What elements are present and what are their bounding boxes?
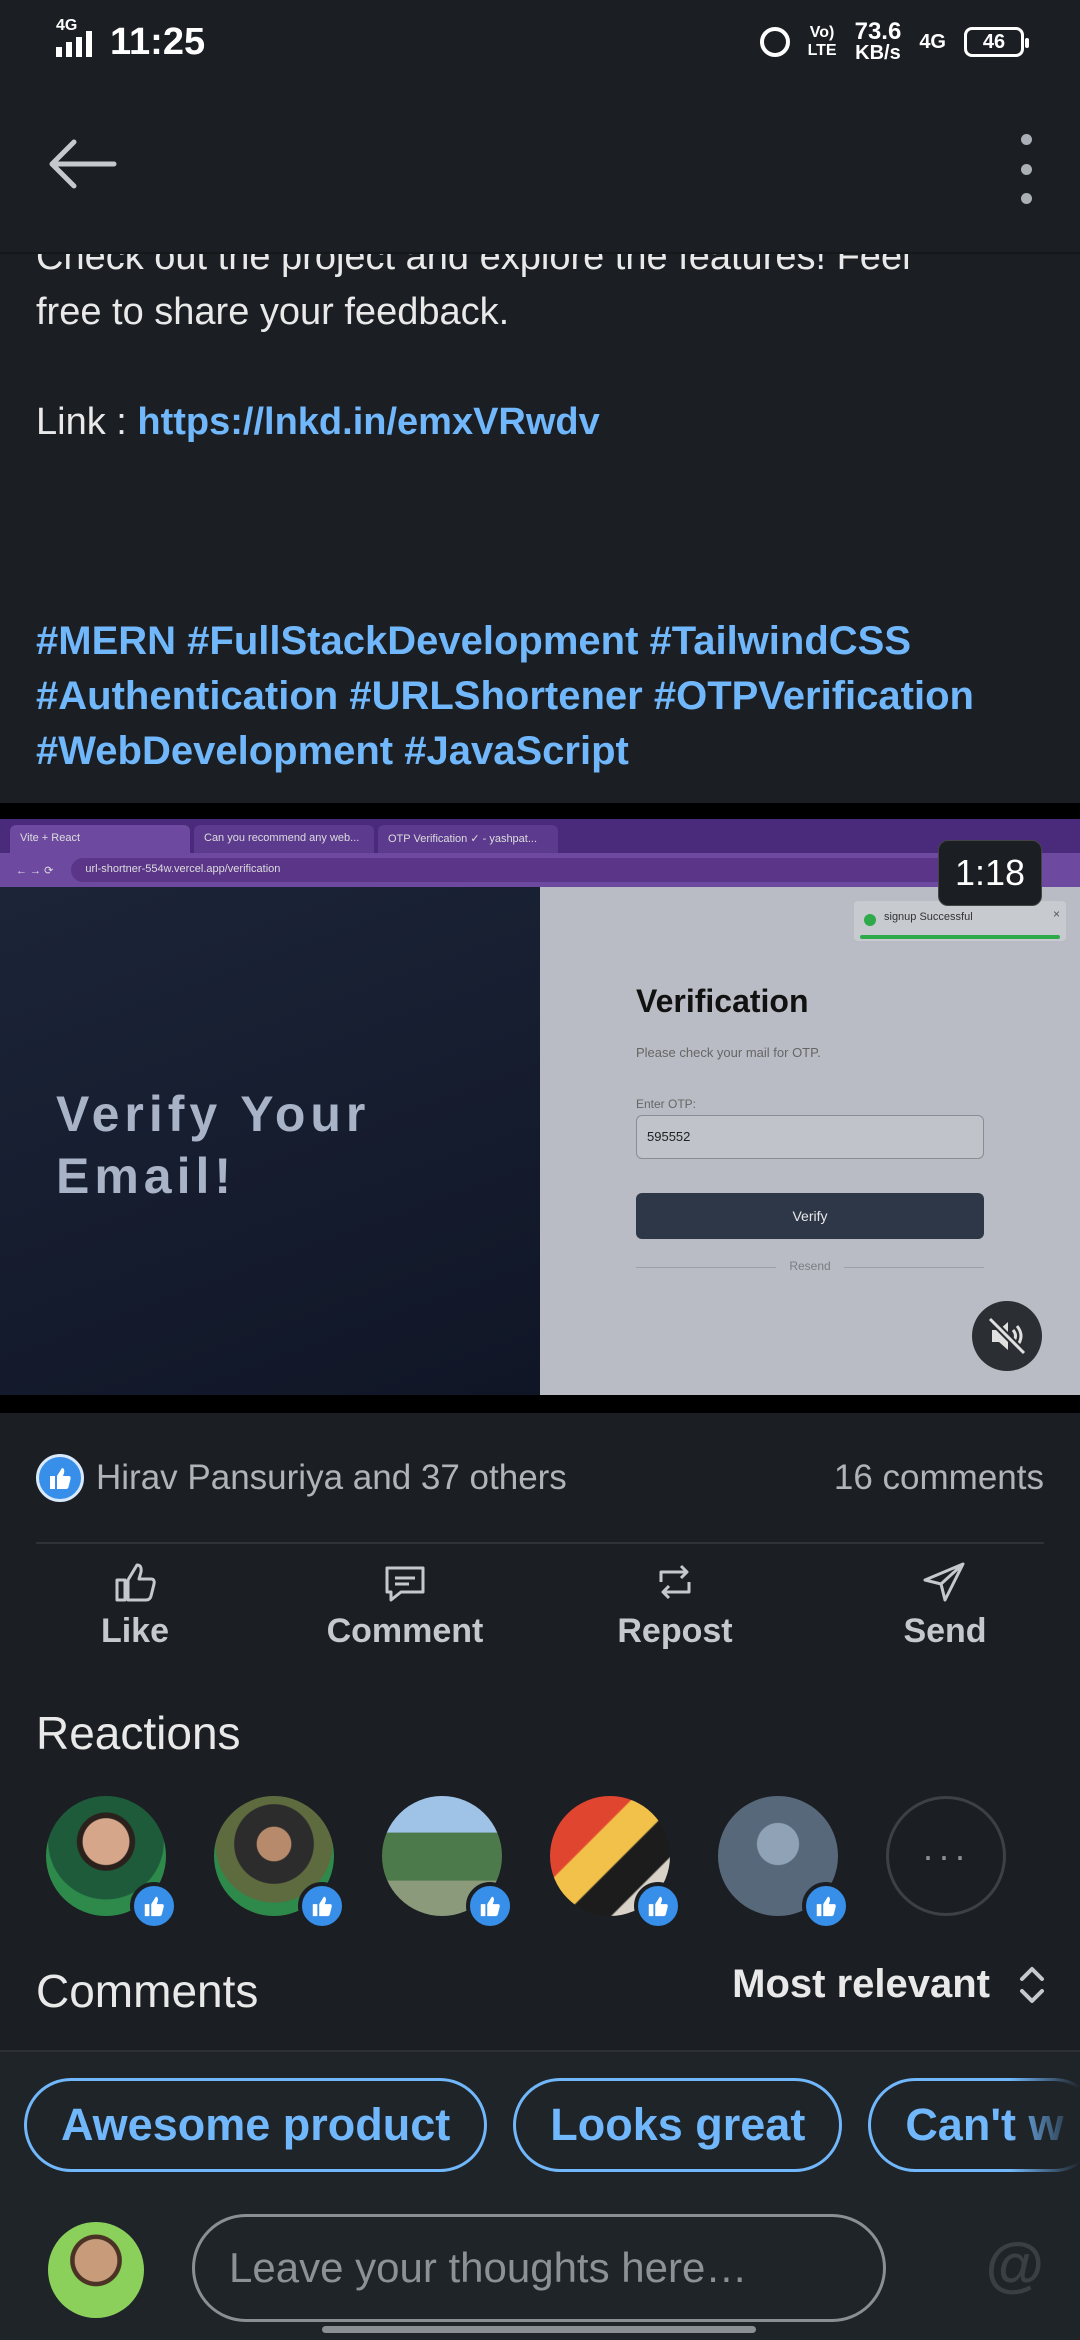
link-label: Link :	[36, 401, 138, 443]
like-reaction-icon	[36, 1454, 84, 1502]
default-avatar-icon[interactable]	[718, 1796, 850, 1930]
likes-summary[interactable]: Hirav Pansuriya and 37 others	[96, 1458, 567, 1498]
comment-button[interactable]: Comment	[270, 1560, 540, 1670]
reactions-heading: Reactions	[36, 1707, 241, 1759]
action-bar: Like Comment Repost Send	[0, 1560, 1080, 1670]
volte-indicator: Vo) LTE	[807, 24, 837, 59]
post-link[interactable]: https://lnkd.in/emxVRwdv	[137, 401, 599, 443]
video-timer: 1:18	[938, 840, 1042, 906]
network-type: 4G	[56, 17, 78, 34]
video-left-title: Verify Your Email!	[56, 1086, 371, 1204]
clock: 11:25	[110, 20, 206, 63]
suggested-replies: Awesome product Looks great Can't w	[24, 2078, 1080, 2172]
comment-label: Comment	[326, 1612, 484, 1650]
bottom-panel: Awesome product Looks great Can't w Leav…	[0, 2050, 1080, 2340]
network-speed: 73.6 KB/s	[854, 17, 902, 64]
reactor-avatar[interactable]	[550, 1796, 682, 1930]
sort-chevrons-icon	[1020, 1966, 1044, 2003]
post-link-line: Link : https://lnkd.in/emxVRwdv	[36, 395, 1046, 450]
comment-icon	[385, 1566, 425, 1602]
repost-label: Repost	[617, 1612, 733, 1650]
video-left-panel: Verify Your Email!	[0, 887, 540, 1395]
reactor-avatar[interactable]	[214, 1796, 346, 1930]
mute-icon[interactable]	[972, 1301, 1042, 1371]
reactor-avatar[interactable]	[382, 1796, 514, 1930]
repost-icon	[659, 1564, 691, 1600]
status-bar: 4G 11:25 Vo) LTE 73.6 KB/s 4G 46	[0, 0, 1080, 84]
suggestion-chip[interactable]: Looks great	[513, 2078, 843, 2172]
more-reactions-button[interactable]: ···	[886, 1796, 1006, 1916]
hashtags-line-2[interactable]: #Authentication #URLShortener #OTPVerifi…	[36, 669, 1056, 724]
video-verify-button: Verify	[636, 1193, 984, 1239]
like-badge-icon	[298, 1882, 346, 1930]
video-card-subtitle: Please check your mail for OTP.	[636, 1045, 821, 1060]
comment-input[interactable]: Leave your thoughts here…	[192, 2214, 886, 2322]
video-otp-label: Enter OTP:	[636, 1097, 697, 1111]
like-badge-icon	[130, 1882, 178, 1930]
video-player[interactable]: Vite + React Can you recommend any web..…	[0, 803, 1080, 1413]
my-avatar	[48, 2222, 144, 2318]
back-arrow-icon[interactable]	[44, 134, 124, 194]
video-nav-icons: ← → ⟳	[16, 864, 54, 877]
battery-level: 46	[982, 30, 1006, 53]
like-badge-icon	[802, 1882, 850, 1930]
sort-dropdown[interactable]: Most relevant	[732, 1962, 1048, 2007]
send-label: Send	[903, 1612, 987, 1650]
video-otp-input: 595552	[636, 1115, 984, 1159]
video-tab-1: Vite + React	[10, 825, 190, 853]
video-tab-3: OTP Verification ✓ - yashpat...	[378, 825, 558, 853]
social-counts: Hirav Pansuriya and 37 others 16 comment…	[36, 1446, 1044, 1510]
like-badge-icon	[634, 1882, 682, 1930]
like-button[interactable]: Like	[0, 1560, 270, 1670]
more-options-icon[interactable]	[1016, 134, 1036, 204]
comments-heading: Comments	[36, 1965, 259, 2017]
suggestion-chip[interactable]: Awesome product	[24, 2078, 488, 2172]
post-body: Check out the project and explore the fe…	[36, 230, 1046, 450]
hashtags-line-3[interactable]: #WebDevelopment #JavaScript	[36, 724, 1056, 779]
gesture-bar	[322, 2326, 756, 2333]
send-button[interactable]: Send	[810, 1560, 1080, 1670]
video-url: url-shortner-554w.vercel.app/verificatio…	[71, 858, 952, 882]
video-resend: Resend	[636, 1259, 984, 1273]
like-badge-icon	[466, 1882, 514, 1930]
battery-icon: 46	[964, 27, 1029, 57]
signal-icon: 4G	[56, 17, 92, 57]
divider	[36, 1542, 1044, 1544]
reactor-avatar[interactable]	[46, 1796, 178, 1930]
comment-placeholder: Leave your thoughts here…	[229, 2244, 748, 2291]
video-tab-2: Can you recommend any web...	[194, 825, 374, 853]
post-text-line: free to share your feedback.	[36, 291, 510, 333]
repost-button[interactable]: Repost	[540, 1560, 810, 1670]
chips-fade	[1010, 2072, 1080, 2182]
video-card-title: Verification	[636, 983, 809, 1019]
comments-count[interactable]: 16 comments	[834, 1458, 1044, 1498]
send-icon	[923, 1562, 965, 1602]
comment-composer: Leave your thoughts here… @	[0, 2202, 1080, 2332]
like-label: Like	[100, 1612, 170, 1650]
hashtags-line-1[interactable]: #MERN #FullStackDevelopment #TailwindCSS	[36, 614, 1056, 669]
hashtags: #MERN #FullStackDevelopment #TailwindCSS…	[36, 614, 1056, 779]
video-toast: signup Successful ×	[854, 901, 1066, 941]
mention-icon[interactable]: @	[985, 2230, 1044, 2299]
thumbs-up-icon	[115, 1563, 156, 1602]
video-browser-chrome: Vite + React Can you recommend any web..…	[0, 819, 1080, 887]
network-type-right: 4G	[919, 30, 946, 53]
alarm-icon	[759, 27, 790, 57]
reactions-list: ···	[46, 1796, 1056, 1930]
sort-label: Most relevant	[732, 1962, 990, 2006]
top-app-bar	[0, 84, 1080, 252]
